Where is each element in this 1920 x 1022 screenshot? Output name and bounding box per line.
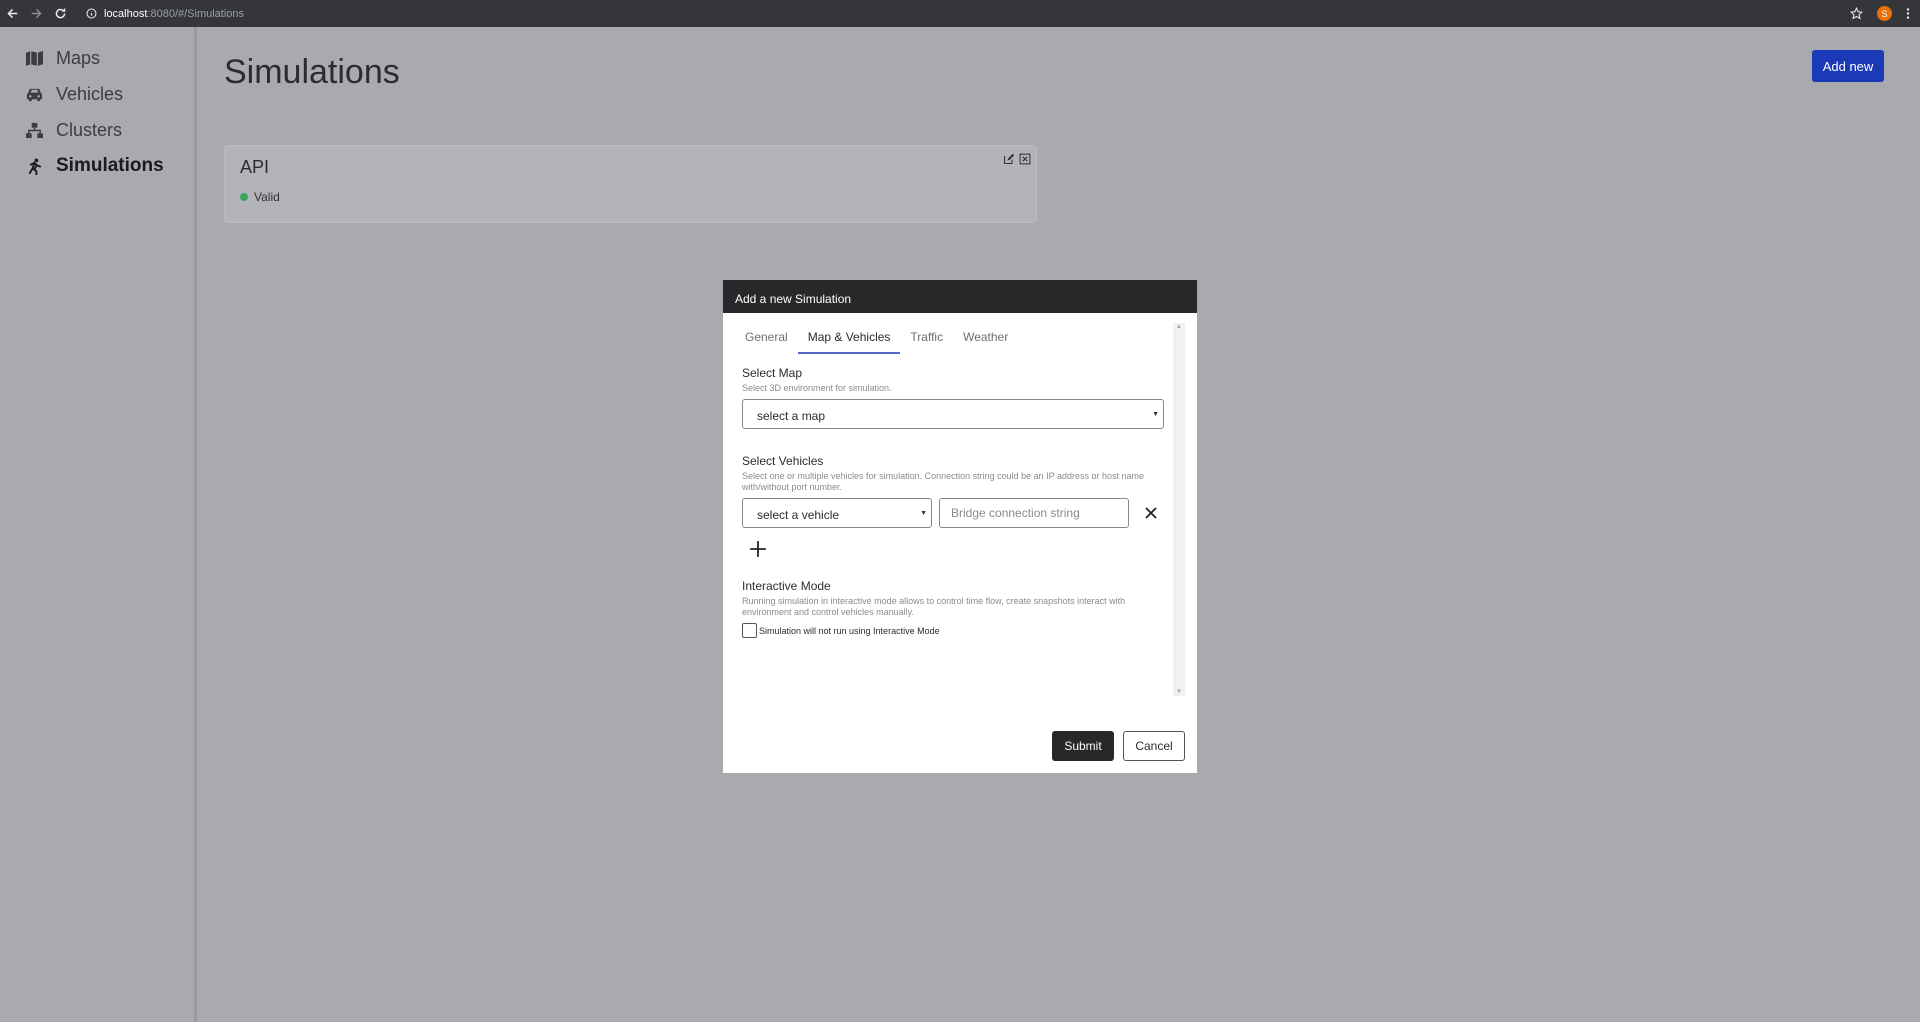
vehicle-row: select a vehicle ▼ — [742, 498, 1164, 528]
simulation-card[interactable]: API Valid — [224, 145, 1037, 223]
back-icon[interactable] — [0, 0, 24, 27]
browser-toolbar: localhost:8080/#/Simulations S — [0, 0, 1920, 27]
sidebar-item-label: Clusters — [56, 119, 123, 140]
cancel-button[interactable]: Cancel — [1123, 731, 1185, 761]
simulation-name: API — [240, 157, 270, 177]
tab-map-vehicles[interactable]: Map & Vehicles — [797, 327, 901, 354]
close-icon[interactable] — [1019, 153, 1031, 165]
sidebar-item-label: Maps — [56, 47, 101, 68]
sidebar: Maps Vehicles Clusters Simulations — [0, 27, 197, 1022]
sidebar-item-vehicles[interactable]: Vehicles — [0, 76, 194, 112]
info-icon — [86, 8, 97, 19]
tab-weather[interactable]: Weather — [953, 327, 1018, 354]
dialog-body: General Map & Vehicles Traffic Weather S… — [723, 313, 1183, 693]
forward-icon[interactable] — [24, 0, 48, 27]
map-select[interactable]: select a map ▼ — [742, 399, 1164, 429]
interactive-mode-row: Simulation will not run using Interactiv… — [742, 623, 1164, 638]
page-title: Simulations — [224, 53, 400, 91]
chevron-down-icon: ▼ — [920, 510, 927, 517]
add-simulation-dialog: Add a new Simulation ▲ ▼ General Map & V… — [723, 280, 1197, 773]
select-map-description: Select 3D environment for simulation. — [742, 383, 892, 393]
chevron-down-icon: ▼ — [1152, 411, 1159, 418]
tab-traffic[interactable]: Traffic — [900, 327, 953, 354]
sitemap-icon — [26, 122, 43, 138]
sidebar-item-label: Simulations — [56, 155, 164, 176]
interactive-mode-description: Running simulation in interactive mode a… — [742, 596, 1126, 617]
dialog-title: Add a new Simulation — [723, 280, 1197, 313]
dialog-tabs: General Map & Vehicles Traffic Weather — [742, 327, 1164, 354]
status-dot-icon — [240, 193, 248, 201]
browser-menu-icon[interactable] — [1906, 7, 1910, 20]
address-bar[interactable]: localhost:8080/#/Simulations — [86, 8, 244, 20]
tab-general[interactable]: General — [742, 327, 798, 354]
sidebar-item-simulations[interactable]: Simulations — [0, 148, 194, 184]
reload-icon[interactable] — [48, 0, 72, 27]
map-icon — [26, 50, 43, 66]
interactive-mode-label: Simulation will not run using Interactiv… — [759, 625, 940, 636]
sidebar-item-clusters[interactable]: Clusters — [0, 112, 194, 148]
sidebar-item-label: Vehicles — [56, 83, 124, 104]
url-path: :8080/#/Simulations — [147, 7, 245, 20]
map-select-value: select a map — [757, 409, 826, 423]
url-host: localhost — [104, 7, 148, 20]
select-vehicles-title: Select Vehicles — [742, 454, 824, 468]
select-vehicles-description: Select one or multiple vehicles for simu… — [742, 471, 1145, 492]
car-icon — [26, 88, 43, 101]
interactive-mode-title: Interactive Mode — [742, 579, 831, 593]
select-map-title: Select Map — [742, 366, 803, 380]
submit-button[interactable]: Submit — [1052, 731, 1114, 761]
bridge-connection-input[interactable] — [939, 498, 1129, 528]
sidebar-item-maps[interactable]: Maps — [0, 40, 194, 76]
edit-icon[interactable] — [1003, 153, 1015, 165]
status-badge: Valid — [240, 190, 280, 204]
profile-avatar[interactable]: S — [1877, 6, 1892, 21]
vehicle-select[interactable]: select a vehicle ▼ — [742, 498, 932, 528]
remove-vehicle-icon[interactable] — [1143, 505, 1159, 521]
bookmark-star-icon[interactable] — [1850, 7, 1863, 20]
status-text: Valid — [254, 190, 280, 204]
running-person-icon — [28, 157, 42, 175]
add-new-button[interactable]: Add new — [1812, 50, 1884, 82]
add-vehicle-icon[interactable] — [749, 540, 767, 558]
vehicle-select-value: select a vehicle — [757, 508, 840, 522]
interactive-mode-checkbox[interactable] — [742, 623, 757, 638]
